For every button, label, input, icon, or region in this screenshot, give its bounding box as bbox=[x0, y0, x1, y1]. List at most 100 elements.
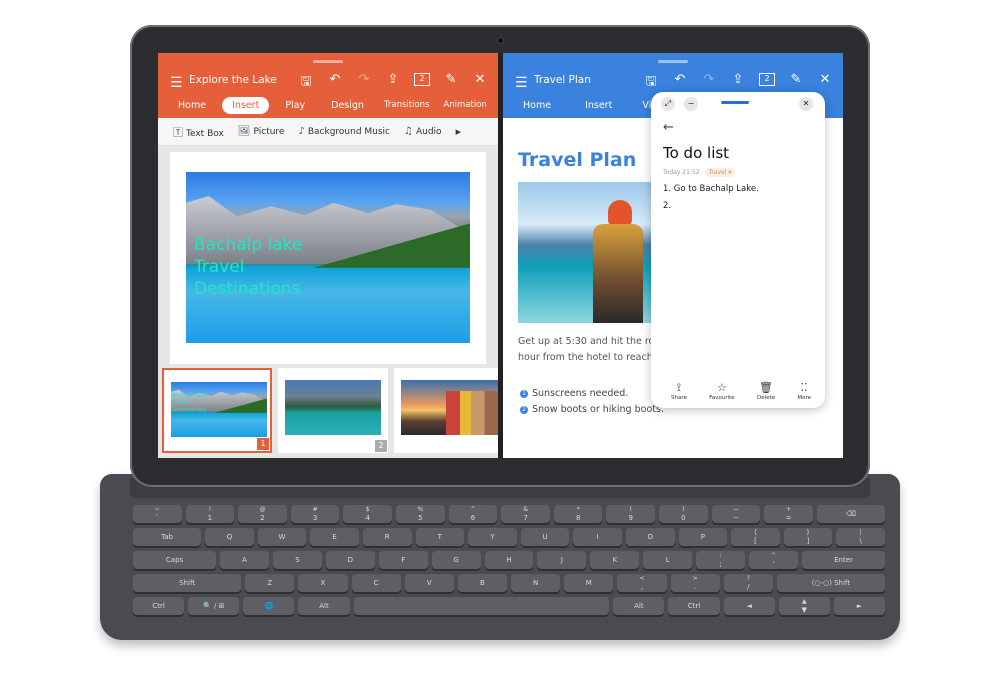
background-music-button[interactable]: ♪ Background Music bbox=[298, 126, 390, 137]
slide-thumbnail-1[interactable]: Bachalp lake Travel Destinations 1 bbox=[162, 368, 272, 453]
key[interactable]: Enter bbox=[801, 551, 886, 569]
tab-insert[interactable]: Insert bbox=[222, 97, 270, 114]
key[interactable]: $4 bbox=[343, 505, 393, 523]
close-icon[interactable]: ✕ bbox=[799, 97, 813, 111]
page-count-icon[interactable]: 2 bbox=[759, 73, 775, 86]
tab-insert[interactable]: Insert bbox=[575, 97, 622, 114]
delete-button[interactable]: 🗑 Delete bbox=[757, 382, 775, 401]
expand-icon[interactable]: ⤢ bbox=[661, 97, 675, 111]
key[interactable]: 🔍 / ⊞ bbox=[188, 597, 240, 615]
key[interactable]: C bbox=[351, 574, 401, 592]
key[interactable]: M bbox=[564, 574, 614, 592]
key[interactable]: K bbox=[590, 551, 640, 569]
save-icon[interactable]: 🖫 bbox=[298, 72, 314, 94]
back-arrow-icon[interactable]: ← bbox=[663, 120, 674, 135]
key[interactable]: <, bbox=[617, 574, 667, 592]
key[interactable]: ? / bbox=[723, 574, 773, 592]
key[interactable]: G bbox=[431, 551, 481, 569]
doc-paragraph-line[interactable]: Get up at 5:30 and hit the ro bbox=[518, 336, 654, 347]
key[interactable]: | \ bbox=[836, 528, 885, 546]
drag-handle[interactable] bbox=[313, 60, 343, 63]
pen-icon[interactable]: ✎ bbox=[443, 72, 459, 94]
picture-button[interactable]: 🖼 Picture bbox=[238, 126, 285, 137]
minimize-icon[interactable]: − bbox=[684, 97, 698, 111]
key[interactable]: E bbox=[310, 528, 359, 546]
key[interactable]: ⌫ bbox=[816, 505, 885, 523]
key[interactable]: — − bbox=[711, 505, 761, 523]
more-button[interactable]: ⁚⁚ More bbox=[797, 382, 811, 401]
slide-thumbnail-3[interactable] bbox=[394, 368, 498, 453]
key[interactable]: ~ ` bbox=[133, 505, 182, 523]
key[interactable]: " ' bbox=[749, 551, 798, 569]
key[interactable]: W bbox=[257, 528, 307, 546]
note-title[interactable]: To do list bbox=[663, 144, 729, 162]
key[interactable]: H bbox=[484, 551, 534, 569]
key[interactable]: Q bbox=[205, 528, 254, 546]
audio-button[interactable]: ♫ Audio bbox=[404, 126, 442, 137]
note-item[interactable]: 2. bbox=[663, 201, 671, 211]
key[interactable]: Z bbox=[245, 574, 295, 592]
tab-home[interactable]: Home bbox=[168, 97, 216, 114]
tab-home[interactable]: Home bbox=[513, 97, 561, 114]
doc-paragraph-line[interactable]: hour from the hotel to reach bbox=[518, 352, 653, 363]
tab-design[interactable]: Design bbox=[321, 97, 374, 114]
window-drag-bar[interactable] bbox=[721, 101, 749, 104]
tab-play[interactable]: Play bbox=[275, 97, 315, 114]
key[interactable]: % 5 bbox=[396, 505, 445, 523]
doc-bullet[interactable]: 1 Sunscreens needed. bbox=[520, 388, 628, 399]
key[interactable]: ▲ ▼ bbox=[778, 597, 830, 615]
redo-icon[interactable]: ↷ bbox=[701, 72, 717, 94]
key[interactable]: X bbox=[298, 574, 348, 592]
key[interactable]: :; bbox=[696, 551, 746, 569]
save-icon[interactable]: 🖫 bbox=[643, 72, 659, 94]
key[interactable]: Alt bbox=[613, 597, 665, 615]
pen-icon[interactable]: ✎ bbox=[788, 72, 804, 94]
key[interactable]: S bbox=[273, 551, 322, 569]
page-count-icon[interactable]: 2 bbox=[414, 73, 430, 86]
redo-icon[interactable]: ↷ bbox=[356, 72, 372, 94]
drag-handle[interactable] bbox=[658, 60, 688, 63]
key[interactable]: ► bbox=[833, 597, 885, 615]
share-button[interactable]: ⟟ Share bbox=[671, 382, 687, 401]
key[interactable]: U bbox=[520, 528, 570, 546]
key[interactable]: ! 1 bbox=[185, 505, 235, 523]
close-icon[interactable]: ✕ bbox=[817, 72, 833, 94]
key[interactable]: (9 bbox=[606, 505, 656, 523]
share-icon[interactable]: ⇪ bbox=[730, 72, 746, 94]
slide-thumbnail-2[interactable]: 2 bbox=[278, 368, 388, 453]
key[interactable]: Shift bbox=[133, 574, 242, 592]
key[interactable]: 🌐 bbox=[243, 597, 295, 615]
key[interactable]: F bbox=[378, 551, 428, 569]
slide-title-text[interactable]: Bachalp lake Travel Destinations bbox=[194, 234, 302, 300]
key[interactable]: ) 0 bbox=[659, 505, 708, 523]
key-space[interactable] bbox=[353, 597, 610, 615]
key[interactable]: }] bbox=[783, 528, 833, 546]
key[interactable]: Ctrl bbox=[133, 597, 185, 615]
key[interactable]: Y bbox=[468, 528, 517, 546]
key[interactable]: D bbox=[325, 551, 375, 569]
undo-icon[interactable]: ↶ bbox=[327, 72, 343, 94]
key[interactable]: T bbox=[415, 528, 465, 546]
key[interactable]: ◄ bbox=[723, 597, 775, 615]
tab-animation[interactable]: Animation bbox=[439, 97, 490, 114]
key[interactable]: P bbox=[678, 528, 728, 546]
share-icon[interactable]: ⇪ bbox=[385, 72, 401, 94]
key[interactable]: @2 bbox=[238, 505, 287, 523]
key[interactable]: I bbox=[573, 528, 622, 546]
tab-transitions[interactable]: Transitions bbox=[380, 97, 434, 114]
key[interactable]: (○-○) Shift bbox=[776, 574, 886, 592]
toolbar-more-arrow-icon[interactable]: ▶ bbox=[456, 128, 461, 136]
doc-bullet[interactable]: 2 Snow boots or hiking boots. bbox=[520, 404, 664, 415]
menu-icon[interactable]: ☰ bbox=[515, 75, 528, 91]
note-tag-dropdown[interactable]: Travel ▾ bbox=[704, 168, 736, 177]
key[interactable]: #3 bbox=[290, 505, 340, 523]
key[interactable]: {[ bbox=[731, 528, 780, 546]
key[interactable]: >. bbox=[670, 574, 720, 592]
note-item[interactable]: 1. Go to Bachalp Lake. bbox=[663, 184, 759, 194]
key[interactable]: R bbox=[362, 528, 412, 546]
key[interactable]: V bbox=[404, 574, 454, 592]
key[interactable]: J bbox=[537, 551, 587, 569]
key[interactable]: & 7 bbox=[501, 505, 550, 523]
undo-icon[interactable]: ↶ bbox=[672, 72, 688, 94]
key[interactable]: + = bbox=[764, 505, 813, 523]
